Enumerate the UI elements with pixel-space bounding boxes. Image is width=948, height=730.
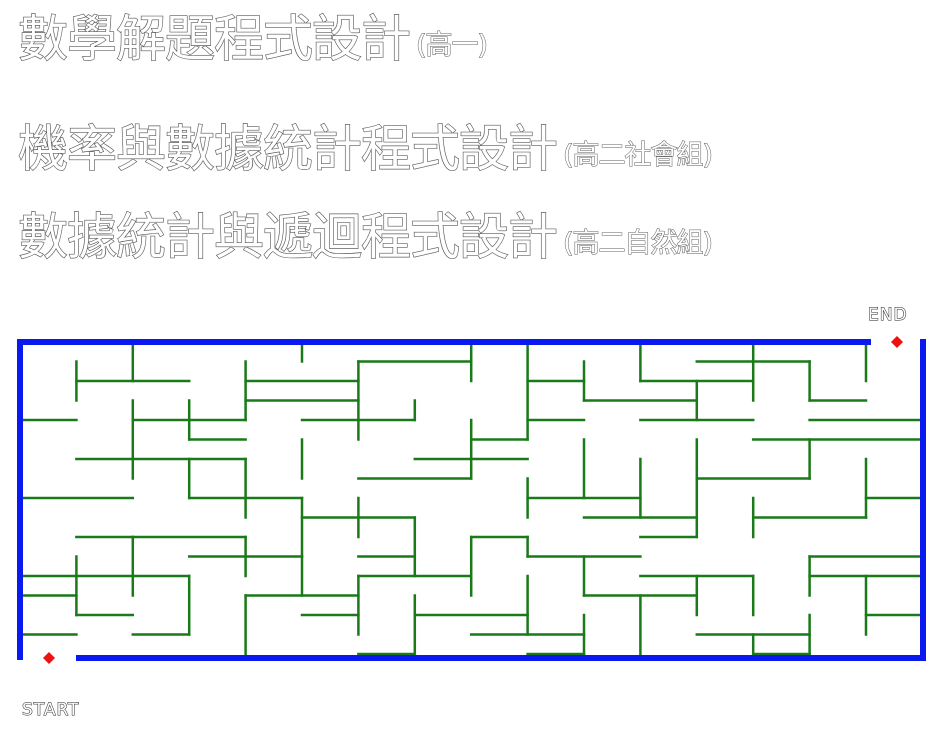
end-marker-icon (891, 336, 903, 348)
maze-outer-border (17, 339, 926, 661)
maze-inner-walls (18, 340, 924, 656)
maze-game[interactable] (0, 0, 948, 730)
player-marker-icon[interactable] (43, 652, 55, 664)
